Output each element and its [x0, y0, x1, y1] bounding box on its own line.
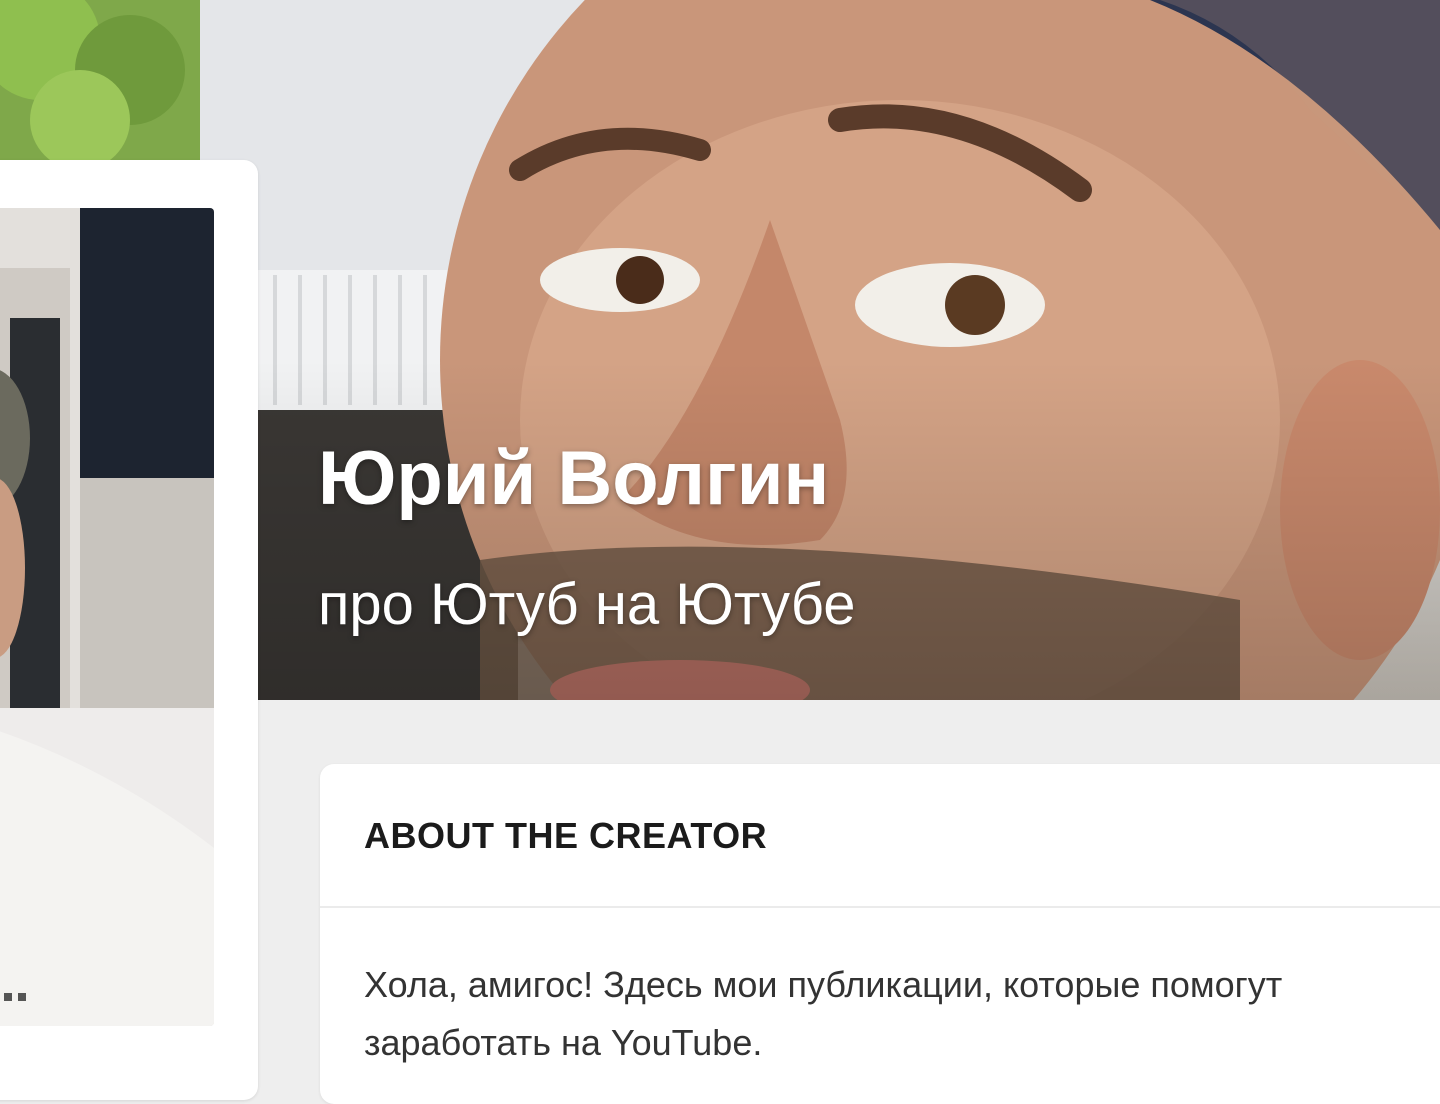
divider: [320, 906, 1440, 908]
avatar-photo-illustration: [0, 208, 214, 1026]
cover-gradient-overlay: [258, 360, 1440, 700]
creator-avatar[interactable]: [0, 208, 214, 1026]
about-heading: ABOUT THE CREATOR: [364, 815, 768, 856]
creator-tagline: про Ютуб на Ютубе: [318, 572, 856, 637]
about-creator-panel: ABOUT THE CREATOR Хола, амигос! Здесь мо…: [320, 764, 1440, 1104]
creator-name: Юрий Волгин: [318, 436, 830, 521]
about-description: Хола, амигос! Здесь мои публикации, кото…: [364, 964, 1283, 1063]
